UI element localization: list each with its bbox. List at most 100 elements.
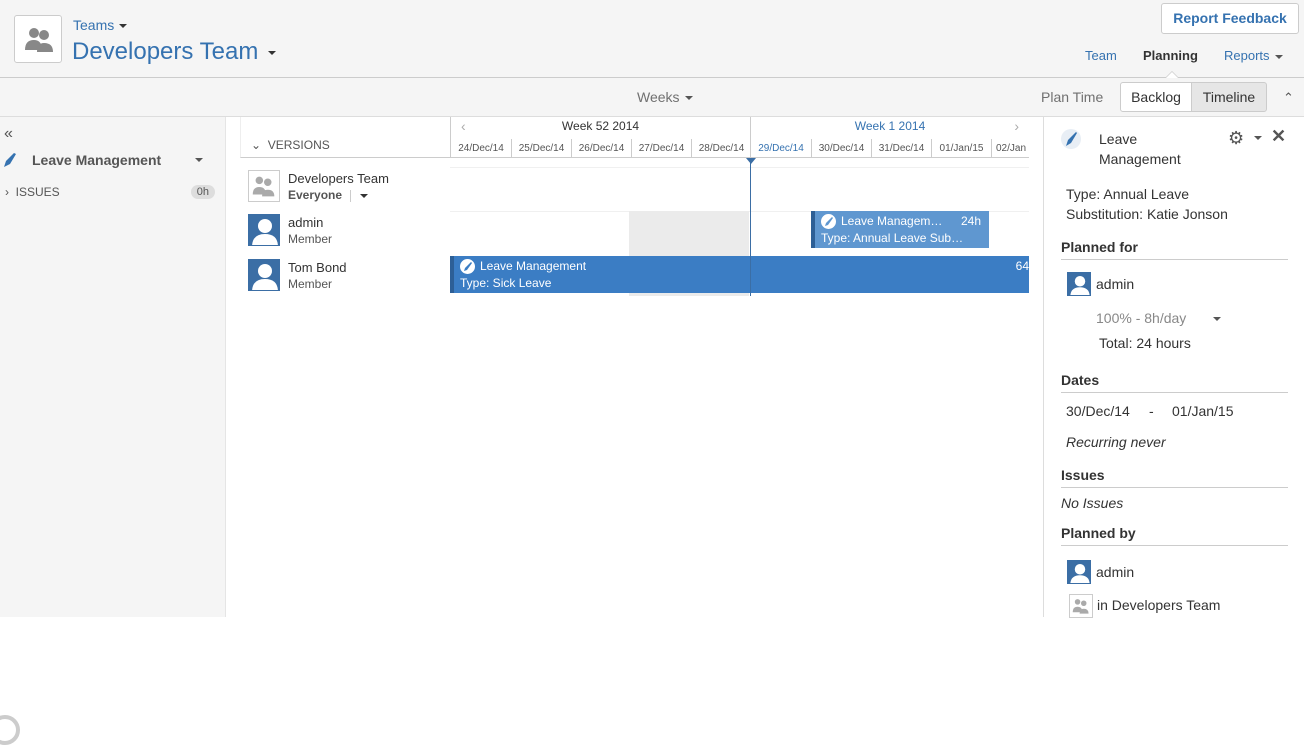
chevron-down-icon: [1274, 54, 1283, 59]
planned-by-heading: Planned by: [1061, 525, 1288, 546]
issues-row[interactable]: › ISSUES 0h: [5, 185, 215, 199]
row-role[interactable]: Everyone: [288, 188, 369, 202]
no-issues: No Issues: [1061, 495, 1124, 511]
rocket-icon: [3, 152, 17, 171]
bar-hours: 24h: [960, 214, 981, 228]
day-label: 28/Dec/14: [691, 139, 751, 158]
timeline-button[interactable]: Timeline: [1191, 82, 1267, 112]
page-header: Teams Developers Team Report Feedback Te…: [0, 0, 1304, 78]
tab-reports[interactable]: Reports: [1224, 48, 1283, 63]
today-line: [750, 158, 751, 296]
planned-by-team[interactable]: in Developers Team: [1097, 597, 1220, 613]
dates-heading: Dates: [1061, 372, 1288, 393]
collapse-up-icon[interactable]: ⌃: [1283, 90, 1294, 106]
rocket-icon: [821, 214, 836, 229]
day-label: 29/Dec/14: [758, 143, 804, 154]
avatar: [248, 259, 280, 291]
avatar: [248, 214, 280, 246]
day-label: 25/Dec/14: [511, 139, 571, 158]
date-start[interactable]: 30/Dec/14: [1066, 403, 1130, 419]
week-header: ‹ Week 52 2014 24/Dec/14 25/Dec/14 26/De…: [450, 117, 750, 158]
row-label[interactable]: admin Member: [240, 211, 450, 248]
versions-label: VERSIONS: [267, 138, 330, 152]
row-label[interactable]: Tom Bond Member: [240, 256, 450, 293]
bar-title: Leave Managem…: [841, 214, 943, 228]
row-name: Tom Bond: [288, 260, 347, 275]
report-feedback-button[interactable]: Report Feedback: [1161, 3, 1299, 34]
day-label: 01/Jan/15: [931, 139, 991, 158]
versions-header[interactable]: ⌄ VERSIONS: [240, 117, 450, 158]
row-role: Member: [288, 277, 333, 291]
chevron-down-icon: ⌄: [251, 138, 262, 152]
team-avatar: [248, 170, 280, 202]
tab-planning[interactable]: Planning: [1143, 48, 1198, 63]
close-icon[interactable]: ✕: [1271, 126, 1286, 147]
team-icon: [25, 28, 53, 52]
active-tab-pointer: [1165, 71, 1179, 78]
chevron-down-icon: [360, 193, 369, 198]
day-label: 27/Dec/14: [631, 139, 691, 158]
recurring[interactable]: Recurring never: [1066, 434, 1166, 450]
chevron-down-icon: [684, 96, 693, 101]
planned-for-user[interactable]: admin: [1096, 276, 1134, 292]
today-marker: [746, 158, 756, 164]
help-icon[interactable]: [0, 715, 20, 745]
rocket-icon: [1061, 129, 1081, 152]
panel-title: Leave Management: [1099, 131, 1181, 167]
chevron-right-icon[interactable]: ›: [1014, 118, 1019, 134]
avatar: [1067, 560, 1091, 584]
day-label: 26/Dec/14: [571, 139, 631, 158]
week-header: Week 1 2014 › 29/Dec/14 30/Dec/14 31/Dec…: [750, 117, 1029, 158]
project-name[interactable]: Leave Management: [32, 152, 161, 168]
bar-title: Leave Management: [480, 259, 587, 273]
team-icon: [1072, 599, 1089, 614]
detail-panel: Leave Management ⚙ ✕ Type: Annual Leave …: [1043, 117, 1304, 618]
team-avatar: [14, 15, 62, 63]
day-label: 30/Dec/14: [811, 139, 871, 158]
day-label: 02/Jan: [991, 139, 1030, 158]
substitution: Substitution: Katie Jonson: [1066, 206, 1228, 222]
breadcrumb-teams[interactable]: Teams: [73, 17, 128, 33]
date-separator: -: [1149, 403, 1154, 419]
table-row: Developers Team Everyone: [240, 167, 1029, 204]
chevron-right-icon: ›: [5, 185, 9, 199]
leave-bar-tom-bond[interactable]: Leave Management 64 Type: Sick Leave: [450, 256, 1029, 293]
avatar: [1067, 272, 1091, 296]
allocation-select[interactable]: 100% - 8h/day: [1096, 310, 1186, 326]
chevron-down-icon: [119, 24, 128, 29]
tab-team[interactable]: Team: [1085, 48, 1117, 63]
day-label: 24/Dec/14: [458, 143, 504, 154]
team-icon: [252, 176, 275, 197]
day-label: 31/Dec/14: [871, 139, 931, 158]
chevron-down-icon[interactable]: [1254, 136, 1262, 140]
gear-icon[interactable]: ⚙: [1228, 128, 1244, 149]
row-name: admin: [288, 215, 324, 230]
row-name: Developers Team: [288, 171, 389, 186]
planning-toolbar: Weeks Plan Time Backlog Timeline ⌃: [0, 78, 1304, 117]
scale-select[interactable]: Weeks: [637, 89, 693, 105]
bar-subtitle: Type: Sick Leave: [460, 276, 552, 290]
issues-heading: Issues: [1061, 467, 1288, 488]
total-hours: Total: 24 hours: [1099, 335, 1191, 351]
issues-label: ISSUES: [15, 185, 60, 199]
week-title: Week 1 2014: [854, 119, 926, 133]
page-title[interactable]: Developers Team: [72, 38, 277, 66]
chevron-down-icon: [268, 50, 277, 55]
backlog-button[interactable]: Backlog: [1120, 82, 1192, 112]
rocket-icon: [460, 259, 475, 274]
leave-type: Type: Annual Leave: [1066, 186, 1189, 202]
chevron-down-icon[interactable]: [1213, 317, 1221, 321]
plan-time-button[interactable]: Plan Time: [1041, 89, 1103, 105]
leave-bar-admin[interactable]: Leave Managem… 24h Type: Annual Leave Su…: [811, 211, 989, 248]
row-label[interactable]: Developers Team Everyone: [240, 167, 450, 204]
week-title: Week 52 2014: [561, 119, 640, 133]
chevron-down-icon[interactable]: [195, 158, 203, 162]
row-role: Member: [288, 232, 333, 246]
planned-for-heading: Planned for: [1061, 239, 1288, 260]
team-avatar: [1069, 594, 1093, 618]
bar-subtitle: Type: Annual Leave Sub…: [821, 231, 964, 245]
planned-by-user[interactable]: admin: [1096, 564, 1134, 580]
date-end[interactable]: 01/Jan/15: [1172, 403, 1234, 419]
collapse-sidebar-icon[interactable]: «: [4, 125, 13, 143]
row-track[interactable]: [450, 167, 1029, 204]
